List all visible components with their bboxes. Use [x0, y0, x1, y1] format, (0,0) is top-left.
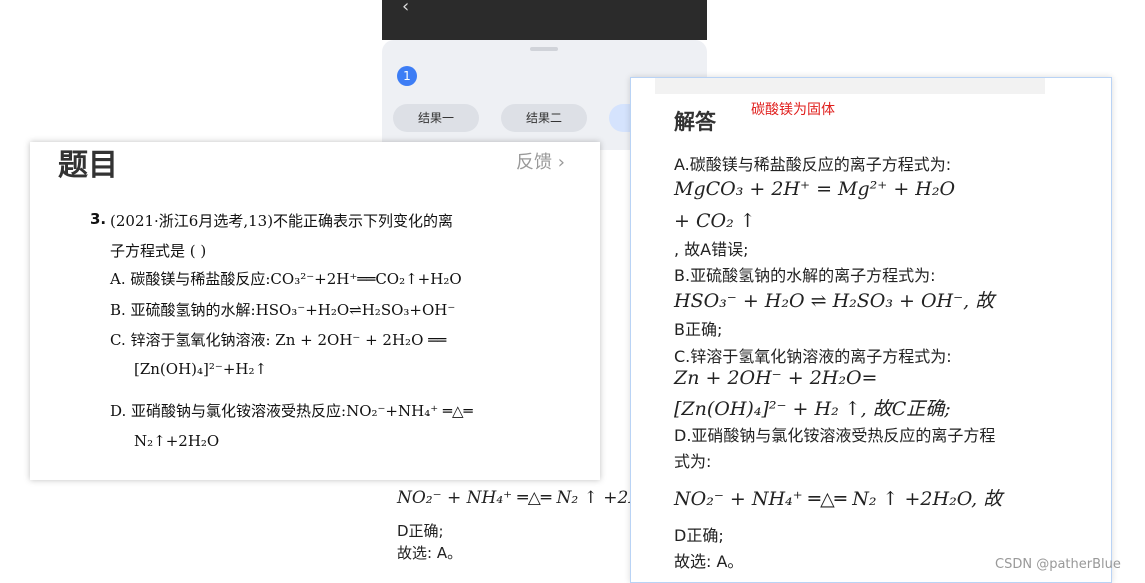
question-line: 子方程式是 ( ) [110, 242, 207, 260]
fragment-line: 故选: A。 [397, 544, 463, 562]
option-b: B. 亚硫酸氢钠的水解:HSO₃⁻+H₂O⇌H₂SO₃+OH⁻ [110, 301, 456, 319]
feedback-link[interactable]: 反馈 › [516, 148, 565, 174]
answer-text: D.亚硝酸钠与氯化铵溶液受热反应的离子方程 [674, 426, 996, 445]
step-badge: 1 [397, 66, 417, 86]
back-arrow-icon[interactable]: ‹ [402, 0, 422, 18]
option-d: D. 亚硝酸钠与氯化铵溶液受热反应:NO₂⁻+NH₄⁺ ═△═ [110, 402, 473, 420]
answer-equation: [Zn(OH)₄]²⁻ + H₂ ↑, 故C正确; [674, 398, 951, 420]
tab-result-2[interactable]: 结果二 [501, 104, 587, 132]
phone-header-bar [382, 0, 707, 40]
answer-text: 故选: A。 [674, 552, 744, 571]
answer-equation: MgCO₃ + 2H⁺ = Mg²⁺ + H₂O [674, 178, 956, 200]
answer-card-header [655, 78, 1045, 94]
question-number: 3. [90, 210, 107, 228]
answer-equation: NO₂⁻ + NH₄⁺ ═△═ N₂ ↑ +2H₂O, 故 [674, 488, 1003, 510]
question-title: 题目 [58, 148, 118, 183]
answer-equation: Zn + 2OH⁻ + 2H₂O= [674, 367, 878, 389]
watermark: CSDN @patherBlue [995, 557, 1121, 572]
answer-text: C.锌溶于氢氧化钠溶液的离子方程式为: [674, 347, 952, 366]
sheet-drag-handle[interactable] [530, 47, 558, 51]
answer-equation: + CO₂ ↑ [674, 210, 756, 232]
fragment-line: D正确; [397, 522, 444, 540]
answer-text: D正确; [674, 526, 724, 545]
question-line: (2021·浙江6月选考,13)不能正确表示下列变化的离 [110, 212, 454, 230]
tab-result-1[interactable]: 结果一 [393, 104, 479, 132]
answer-text: B.亚硫酸氢钠的水解的离子方程式为: [674, 266, 936, 285]
answer-text: 式为: [674, 452, 712, 471]
answer-text: A.碳酸镁与稀盐酸反应的离子方程式为: [674, 155, 952, 174]
fragment-equation: NO₂⁻ + NH₄⁺ ═△═ N₂ ↑ +2H [397, 488, 644, 508]
option-c: C. 锌溶于氢氧化钠溶液: Zn + 2OH⁻ + 2H₂O ══ [110, 331, 447, 349]
option-d-cont: N₂↑+2H₂O [134, 432, 220, 450]
answer-equation: HSO₃⁻ + H₂O ⇌ H₂SO₃ + OH⁻, 故 [674, 290, 995, 312]
answer-text: , 故A错误; [674, 240, 749, 259]
answer-title: 解答 [674, 110, 716, 134]
annotation-note: 碳酸镁为固体 [751, 102, 835, 118]
option-a: A. 碳酸镁与稀盐酸反应:CO₃²⁻+2H⁺══CO₂↑+H₂O [110, 270, 462, 288]
answer-text: B正确; [674, 320, 723, 339]
option-c-cont: [Zn(OH)₄]²⁻+H₂↑ [134, 360, 268, 378]
